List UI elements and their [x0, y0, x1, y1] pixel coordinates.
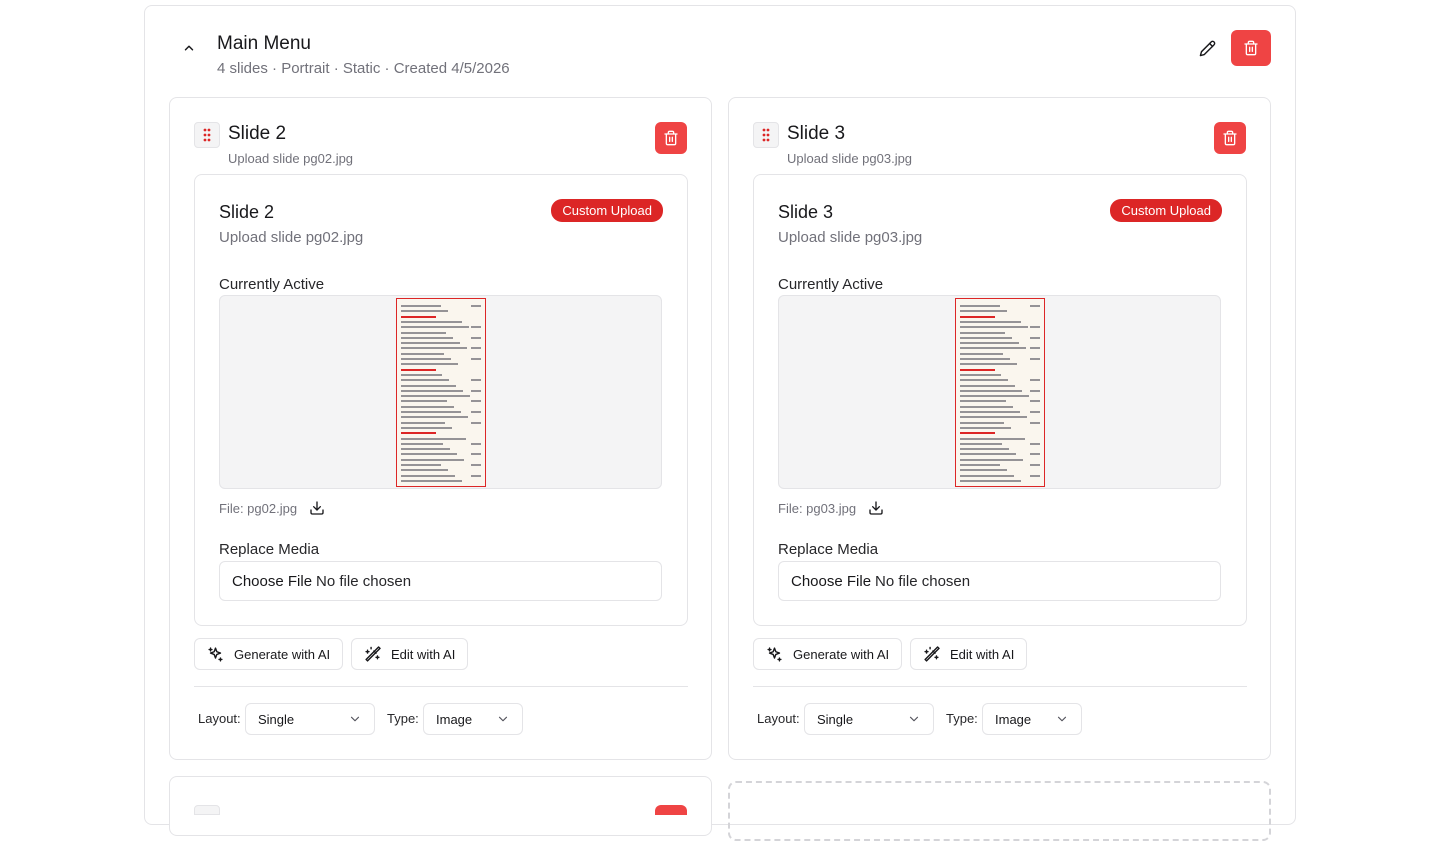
add-slide-dropzone[interactable]: [728, 781, 1271, 841]
type-label: Type:: [387, 711, 419, 726]
replace-media-label: Replace Media: [219, 541, 320, 558]
sparkles-icon: [767, 646, 782, 662]
choose-file-button[interactable]: Choose File: [791, 573, 871, 590]
divider: [194, 686, 688, 687]
media-panel-subtitle: Upload slide pg02.jpg: [219, 229, 364, 246]
file-name-label: File: pg03.jpg: [778, 500, 857, 516]
menu-subtitle: 4 slides · Portrait · Static · Created 4…: [217, 60, 510, 77]
currently-active-label: Currently Active: [219, 276, 325, 293]
no-file-text: No file chosen: [316, 572, 412, 590]
grip-vertical-icon: [203, 128, 211, 142]
media-panel-title: Slide 3: [778, 202, 834, 222]
download-button[interactable]: [309, 500, 325, 516]
drag-handle[interactable]: [753, 122, 779, 148]
chevron-down-icon: [1057, 716, 1067, 722]
divider: [753, 686, 1247, 687]
download-button[interactable]: [868, 500, 884, 516]
file-row: File: pg02.jpg: [219, 500, 325, 516]
drag-handle[interactable]: [194, 122, 220, 148]
type-select-value: Image: [995, 711, 1032, 727]
type-label: Type:: [946, 711, 978, 726]
media-panel-subtitle: Upload slide pg03.jpg: [778, 229, 923, 246]
delete-slide-button[interactable]: [1214, 122, 1246, 154]
edit-menu-button[interactable]: [1195, 36, 1219, 60]
delete-slide-button[interactable]: [655, 122, 687, 154]
media-panel: Slide 2 Upload slide pg02.jpg Custom Upl…: [194, 174, 688, 626]
delete-slide-button[interactable]: [655, 805, 687, 815]
edit-with-ai-label: Edit with AI: [391, 646, 456, 662]
menu-page-thumbnail: [396, 298, 486, 487]
generate-with-ai-label: Generate with AI: [793, 646, 890, 662]
pencil-icon: [1199, 40, 1215, 56]
delete-menu-button[interactable]: [1231, 30, 1271, 66]
slide-card: Slide 3 Upload slide pg03.jpg Slide 3 Up…: [728, 97, 1271, 760]
slide-title: Slide 2: [228, 123, 287, 144]
sparkles-icon: [208, 646, 223, 662]
layout-select[interactable]: Single: [804, 703, 934, 735]
layout-label: Layout:: [757, 711, 800, 726]
wand-icon: [924, 645, 940, 662]
chevron-down-icon: [498, 716, 508, 722]
no-file-text: No file chosen: [875, 572, 971, 590]
slide-title: Slide 3: [787, 123, 846, 144]
wand-icon: [365, 645, 381, 662]
type-select[interactable]: Image: [423, 703, 523, 735]
edit-with-ai-label: Edit with AI: [950, 646, 1015, 662]
menu-title: Main Menu: [217, 33, 311, 54]
slide-upload-text: Upload slide pg02.jpg: [228, 151, 354, 166]
layout-label: Layout:: [198, 711, 241, 726]
type-select[interactable]: Image: [982, 703, 1082, 735]
slide-upload-text: Upload slide pg03.jpg: [787, 151, 913, 166]
replace-media-label: Replace Media: [778, 541, 879, 558]
trash-icon: [1223, 130, 1237, 146]
media-panel-title: Slide 2: [219, 202, 275, 222]
menu-page-thumbnail: [955, 298, 1045, 487]
edit-with-ai-button[interactable]: Edit with AI: [910, 638, 1028, 670]
chevron-down-icon: [350, 716, 360, 722]
type-select-value: Image: [436, 711, 473, 727]
choose-file-button[interactable]: Choose File: [232, 573, 312, 590]
layout-select-value: Single: [258, 711, 295, 727]
drag-handle[interactable]: [194, 805, 220, 815]
file-name-label: File: pg02.jpg: [219, 500, 298, 516]
trash-icon: [1244, 40, 1258, 56]
currently-active-label: Currently Active: [778, 276, 884, 293]
custom-upload-badge: Custom Upload: [551, 199, 663, 222]
slide-card: [169, 776, 712, 836]
layout-select[interactable]: Single: [245, 703, 375, 735]
file-input[interactable]: Choose File No file chosen: [778, 561, 1221, 601]
media-preview: [778, 295, 1221, 489]
media-panel: Slide 3 Upload slide pg03.jpg Custom Upl…: [753, 174, 1247, 626]
chevron-up-icon: [184, 45, 194, 51]
chevron-down-icon: [909, 716, 919, 722]
generate-with-ai-button[interactable]: Generate with AI: [753, 638, 903, 670]
edit-with-ai-button[interactable]: Edit with AI: [351, 638, 469, 670]
file-input[interactable]: Choose File No file chosen: [219, 561, 662, 601]
download-icon: [869, 501, 883, 515]
custom-upload-badge: Custom Upload: [1110, 199, 1222, 222]
generate-with-ai-label: Generate with AI: [234, 646, 331, 662]
slide-card: Slide 2 Upload slide pg02.jpg Slide 2 Up…: [169, 97, 712, 760]
layout-select-value: Single: [817, 711, 854, 727]
download-icon: [310, 501, 324, 515]
trash-icon: [664, 130, 678, 146]
generate-with-ai-button[interactable]: Generate with AI: [194, 638, 344, 670]
file-row: File: pg03.jpg: [778, 500, 884, 516]
grip-vertical-icon: [762, 128, 770, 142]
collapse-button[interactable]: [179, 36, 199, 60]
media-preview: [219, 295, 662, 489]
